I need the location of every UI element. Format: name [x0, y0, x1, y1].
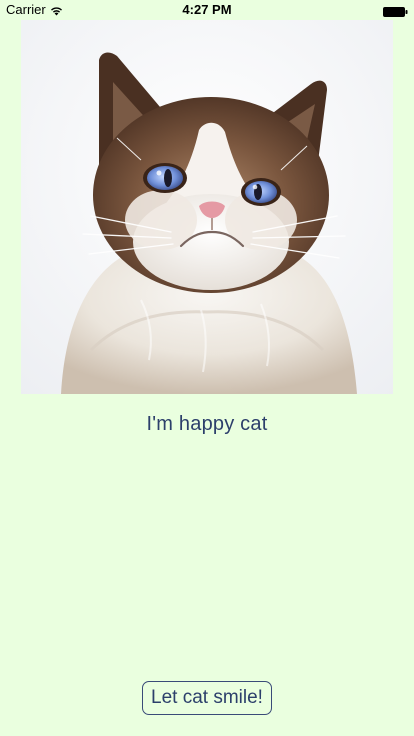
- cat-photo: [21, 20, 393, 394]
- cat-caption: I'm happy cat: [146, 413, 268, 435]
- let-cat-smile-button[interactable]: Let cat smile!: [142, 681, 272, 715]
- battery-icon: [383, 5, 408, 17]
- status-bar: Carrier 4:27 PM: [0, 0, 414, 20]
- status-time: 4:27 PM: [182, 2, 232, 17]
- grumpy-cat-illustration: [21, 20, 393, 394]
